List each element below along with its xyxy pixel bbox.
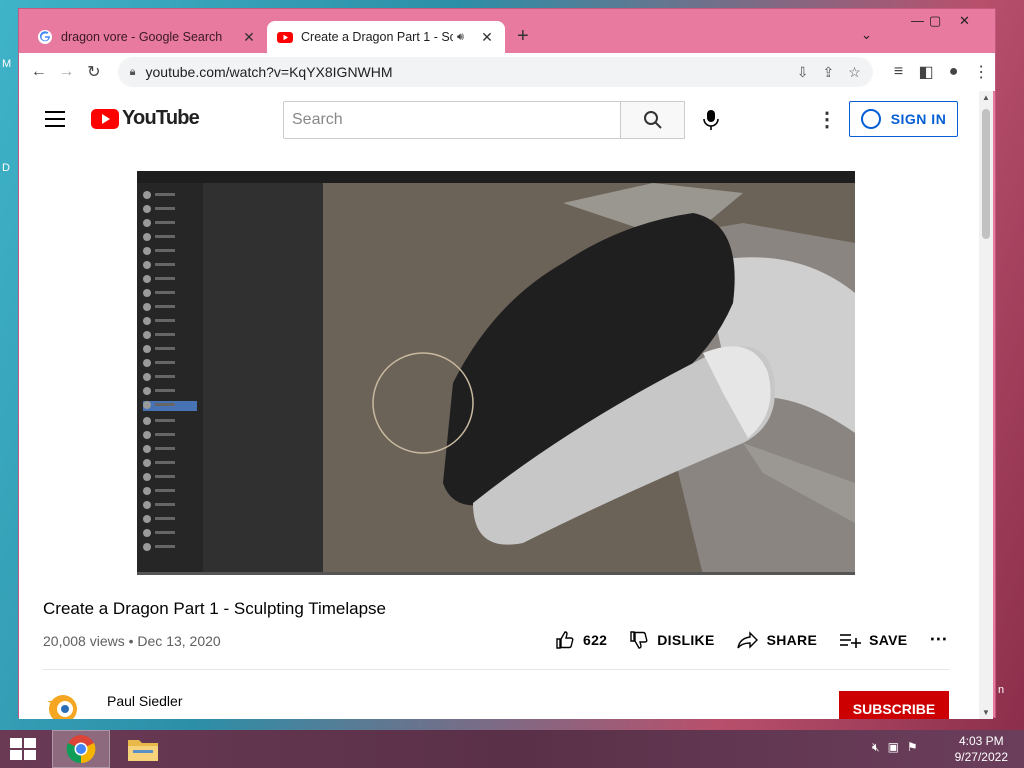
video-actions: 622 DISLIKE SHARE SAVE ⋯	[555, 629, 948, 650]
search-icon	[643, 111, 662, 129]
close-tab-icon[interactable]: ✕	[479, 29, 495, 46]
share-label: SHARE	[766, 631, 818, 648]
folder-icon	[128, 740, 158, 761]
microphone-icon[interactable]	[703, 109, 719, 131]
chrome-icon	[66, 735, 96, 764]
youtube-header: YouTube Search ⋮ SIGN IN	[19, 91, 989, 147]
network-icon[interactable]: ▣	[888, 740, 899, 755]
speaker-icon[interactable]: 🔊︎	[457, 31, 473, 44]
save-label: SAVE	[869, 631, 908, 648]
scroll-up-icon[interactable]: ▲	[982, 93, 990, 102]
action-center-icon[interactable]: ⚑	[907, 740, 918, 755]
desktop-icon-label: n	[998, 684, 1005, 696]
media-control-icon[interactable]: ≡	[885, 63, 913, 81]
video-player[interactable]	[137, 171, 855, 575]
meta-separator: •	[128, 633, 134, 649]
tab-title: Create a Dragon Part 1 - Scu	[301, 30, 453, 44]
reload-icon[interactable]: ↻	[80, 62, 108, 82]
video-meta: 20,008 views • Dec 13, 2020	[43, 633, 221, 649]
taskbar-chrome[interactable]	[52, 730, 110, 768]
upload-date: Dec 13, 2020	[137, 633, 221, 649]
share-icon	[736, 630, 758, 649]
more-actions-icon[interactable]: ⋯	[929, 629, 947, 650]
minimize-icon[interactable]: —	[911, 13, 924, 28]
section-divider	[43, 669, 949, 670]
tab-google-search[interactable]: dragon vore - Google Search ✕	[27, 21, 267, 53]
browser-toolbar: ← → ↻ 🔒︎ youtube.com/watch?v=KqYX8IGNWHM…	[19, 53, 995, 91]
search-placeholder: Search	[292, 111, 343, 128]
page-scrollbar[interactable]: ▲ ▼	[979, 91, 993, 719]
system-tray: 🔇︎ ▣ ⚑	[872, 740, 918, 755]
youtube-play-icon	[91, 108, 119, 129]
taskbar: 🔇︎ ▣ ⚑ 4:03 PM 9/27/2022	[0, 730, 1024, 768]
taskbar-file-explorer[interactable]	[114, 730, 172, 768]
side-panel-icon[interactable]: ◧	[912, 62, 940, 82]
tab-youtube-video[interactable]: Create a Dragon Part 1 - Scu 🔊︎ ✕	[267, 21, 505, 53]
video-title: Create a Dragon Part 1 - Sculpting Timel…	[43, 599, 387, 618]
view-count: 20,008 views	[43, 633, 125, 649]
desktop-icon-label: M	[2, 58, 12, 70]
forward-icon[interactable]: →	[53, 63, 81, 81]
youtube-icon	[277, 32, 293, 43]
dislike-label: DISLIKE	[657, 631, 715, 648]
sign-in-button[interactable]: SIGN IN	[849, 101, 958, 137]
close-tab-icon[interactable]: ✕	[241, 29, 257, 46]
video-frame-topbar	[137, 171, 855, 183]
bookmark-star-icon[interactable]: ☆	[848, 64, 861, 81]
back-icon[interactable]: ←	[25, 63, 53, 81]
playlist-add-icon	[840, 633, 862, 648]
menu-icon[interactable]	[45, 111, 65, 132]
youtube-logo[interactable]: YouTube	[91, 107, 200, 130]
search-button[interactable]	[621, 101, 685, 139]
tab-search-chevron-icon[interactable]: ⌄	[861, 27, 872, 43]
tab-title: dragon vore - Google Search	[61, 30, 223, 44]
url-text: youtube.com/watch?v=KqYX8IGNWHM	[145, 64, 393, 80]
settings-menu-icon[interactable]: ⋮	[817, 107, 837, 132]
address-bar[interactable]: 🔒︎ youtube.com/watch?v=KqYX8IGNWHM ⇩ ⇪ ☆	[117, 57, 873, 87]
lock-icon[interactable]: 🔒︎	[130, 66, 136, 79]
clock-time: 4:03 PM	[958, 734, 1004, 748]
scrollbar-thumb[interactable]	[982, 109, 990, 239]
sign-in-label: SIGN IN	[890, 111, 947, 127]
share-page-icon[interactable]: ⇪	[822, 64, 834, 81]
install-app-icon[interactable]: ⇩	[797, 64, 809, 81]
youtube-wordmark: YouTube	[122, 107, 200, 129]
dislike-button[interactable]: DISLIKE	[629, 630, 714, 650]
profile-icon[interactable]: ●	[940, 63, 968, 81]
page-viewport: YouTube Search ⋮ SIGN IN Create a Dragon…	[19, 91, 989, 719]
browser-window: dragon vore - Google Search ✕ Create a D…	[18, 8, 996, 719]
subscribe-button[interactable]: SUBSCRIBE	[839, 691, 949, 719]
thumbs-up-icon	[556, 630, 574, 649]
video-frame-viewport	[323, 183, 855, 575]
tab-strip: dragon vore - Google Search ✕ Create a D…	[19, 9, 995, 53]
channel-name[interactable]: Paul Siedler	[107, 693, 183, 709]
volume-muted-icon[interactable]: 🔇︎	[872, 740, 880, 755]
video-frame-side-panel	[203, 183, 323, 575]
clock-date: 9/27/2022	[954, 750, 1008, 764]
google-icon	[38, 30, 52, 44]
account-icon	[860, 109, 881, 129]
search-input[interactable]: Search	[283, 101, 621, 139]
save-button[interactable]: SAVE	[839, 632, 907, 648]
share-button[interactable]: SHARE	[736, 630, 818, 650]
thumbs-down-icon	[630, 630, 648, 649]
windows-start-icon[interactable]	[10, 738, 36, 760]
like-count: 622	[583, 631, 608, 648]
video-progress-bar[interactable]	[137, 572, 855, 575]
desktop-edge: M D	[0, 0, 18, 730]
scroll-down-icon[interactable]: ▼	[982, 708, 990, 717]
taskbar-clock[interactable]: 4:03 PM 9/27/2022	[955, 733, 1008, 765]
sculpt-preview-image	[323, 183, 855, 575]
like-button[interactable]: 622	[555, 630, 607, 650]
close-window-icon[interactable]: ✕	[959, 13, 970, 29]
new-tab-button[interactable]: +	[517, 25, 529, 48]
video-frame-toolbar	[137, 183, 203, 575]
maximize-icon[interactable]: ▢	[929, 13, 941, 29]
chrome-menu-icon[interactable]: ⋮	[967, 62, 995, 82]
channel-avatar[interactable]	[43, 687, 83, 719]
desktop-icon-label: D	[2, 162, 10, 174]
